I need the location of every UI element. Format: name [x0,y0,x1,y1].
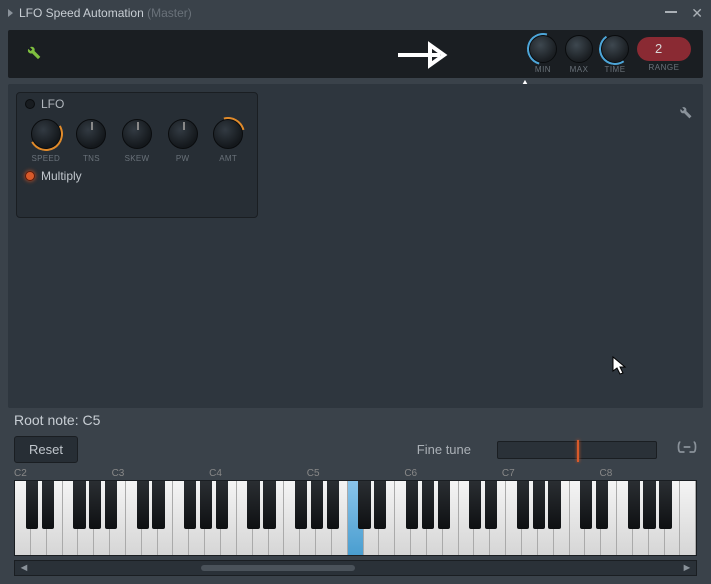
black-key[interactable] [137,481,149,529]
octave-label: C3 [112,468,210,479]
lfo-led-icon[interactable] [25,99,35,109]
close-button[interactable]: ✕ [691,5,703,22]
range-selector[interactable]: 2 [637,37,691,61]
wrench-icon[interactable] [20,41,44,67]
titlebar: LFO Speed Automation (Master) ✕ [0,0,711,26]
fine-tune-slider[interactable] [497,441,657,459]
skew-knob[interactable] [122,119,152,149]
annotation-arrow-right [396,40,456,70]
range-label: RANGE [649,63,680,72]
black-key[interactable] [659,481,671,529]
black-key[interactable] [485,481,497,529]
lfo-panel: LFO SPEED TNS SKEW PW [16,92,258,218]
horizontal-scrollbar[interactable]: ◄ ► [14,560,697,576]
black-key[interactable] [643,481,655,529]
black-key[interactable] [469,481,481,529]
scroll-left-icon[interactable]: ◄ [15,562,33,574]
black-key[interactable] [596,481,608,529]
max-knob[interactable] [565,35,593,63]
octave-label: C6 [404,468,502,479]
black-key[interactable] [200,481,212,529]
amt-knob[interactable] [213,119,243,149]
black-key[interactable] [406,481,418,529]
time-label: TIME [604,65,625,74]
black-key[interactable] [89,481,101,529]
black-key[interactable] [358,481,370,529]
link-icon[interactable] [677,440,697,459]
scroll-track[interactable] [33,561,678,575]
scroll-right-icon[interactable]: ► [678,562,696,574]
bottom-panel: Root note: C5 Reset Fine tune C2 C3 C4 C… [8,408,703,576]
min-knob[interactable] [529,35,557,63]
piano-keyboard[interactable] [14,480,697,556]
time-knob[interactable] [601,35,629,63]
black-key[interactable] [263,481,275,529]
black-key[interactable] [533,481,545,529]
black-key[interactable] [247,481,259,529]
black-key[interactable] [26,481,38,529]
black-key[interactable] [105,481,117,529]
black-key[interactable] [374,481,386,529]
black-key[interactable] [580,481,592,529]
lfo-title: LFO [41,97,64,111]
max-label: MAX [570,65,589,74]
amt-label: AMT [219,154,237,163]
tns-label: TNS [83,154,100,163]
fine-tune-label: Fine tune [417,442,471,457]
minimize-button[interactable] [665,5,677,22]
menu-triangle-icon[interactable] [8,9,13,17]
tns-knob[interactable] [76,119,106,149]
octave-labels: C2 C3 C4 C5 C6 C7 C8 [14,467,697,480]
multiply-led-icon[interactable] [25,171,35,181]
window-title: LFO Speed Automation [19,6,144,20]
octave-label: C2 [14,468,112,479]
settings-icon[interactable] [675,102,693,125]
window-title-suffix: (Master) [147,6,192,20]
black-key[interactable] [42,481,54,529]
black-key[interactable] [295,481,307,529]
toolbar: MIN MAX TIME 2 RANGE [8,30,703,78]
skew-label: SKEW [125,154,150,163]
black-key[interactable] [548,481,560,529]
octave-label: C5 [307,468,405,479]
range-value: 2 [655,41,662,56]
black-key[interactable] [184,481,196,529]
fine-tune-handle[interactable] [577,440,579,462]
pw-knob[interactable] [168,119,198,149]
octave-label: C4 [209,468,307,479]
scroll-thumb[interactable] [201,565,356,571]
root-note-label: Root note: C5 [8,408,703,432]
speed-label: SPEED [31,154,60,163]
black-key[interactable] [152,481,164,529]
black-key[interactable] [438,481,450,529]
octave-label: C7 [502,468,600,479]
cursor-icon [612,356,628,376]
black-key[interactable] [628,481,640,529]
speed-knob[interactable] [31,119,61,149]
black-key[interactable] [73,481,85,529]
black-key[interactable] [327,481,339,529]
black-key[interactable] [517,481,529,529]
multiply-label: Multiply [41,169,82,183]
black-key[interactable] [422,481,434,529]
octave-label: C8 [599,468,697,479]
black-key[interactable] [216,481,228,529]
pw-label: PW [176,154,190,163]
min-label: MIN [535,65,551,74]
reset-button[interactable]: Reset [14,436,78,463]
black-key[interactable] [311,481,323,529]
main-area: LFO SPEED TNS SKEW PW [8,84,703,408]
